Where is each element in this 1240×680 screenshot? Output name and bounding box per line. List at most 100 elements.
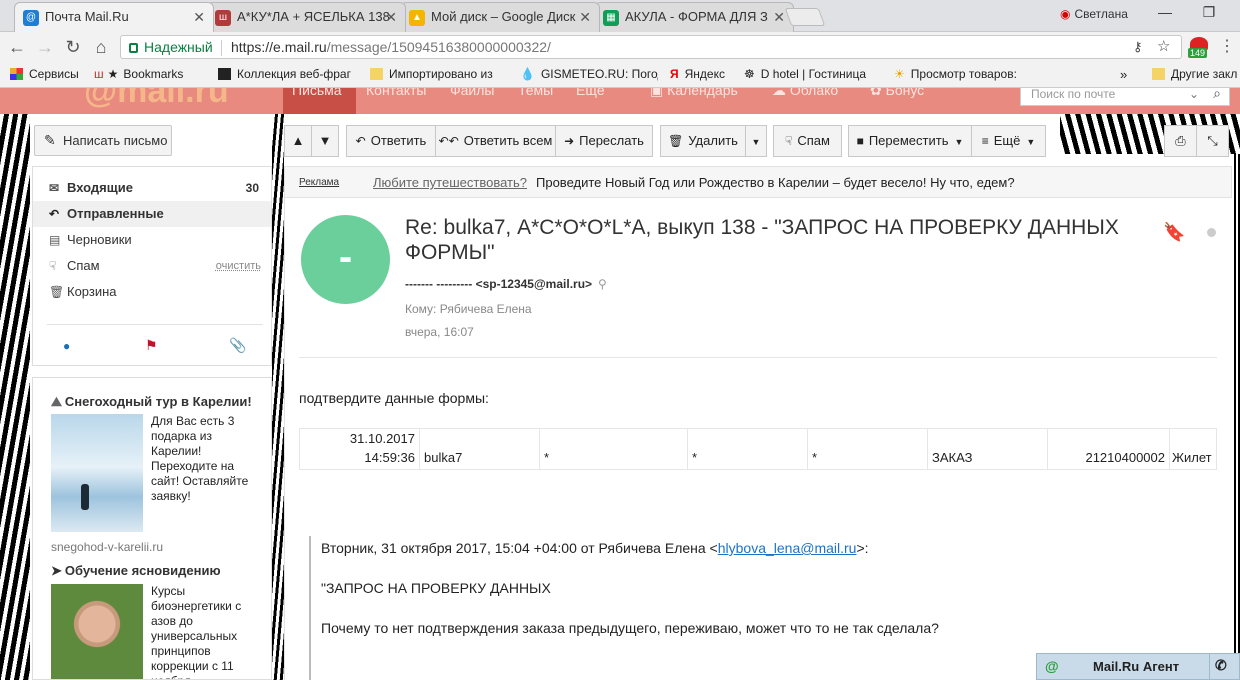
ad-source[interactable]: snegohod-v-karelii.ru [51,540,163,554]
next-message-button[interactable]: ▼ [311,125,339,157]
ad-text[interactable]: Курсы биоэнергетики с азов до универсаль… [151,584,261,679]
close-icon[interactable]: ✕ [773,3,785,31]
search-icon[interactable]: ⌕ [1213,88,1221,102]
tab-mail[interactable]: @ Почта Mail.Ru ✕ [14,2,214,32]
folder-spam[interactable]: ☟ Спам очистить [33,253,271,279]
tab-sheets[interactable]: ▦ АКУЛА - ФОРМА ДЛЯ З ✕ [594,2,794,32]
nav-calendar[interactable]: ▣ Календарь [650,88,738,99]
forward-button[interactable]: → [32,36,58,58]
ad-label[interactable]: Реклама [299,177,339,188]
ad-text[interactable]: Для Вас есть 3 подарка из Карелии! Перех… [151,414,261,504]
folder-label: Корзина [67,284,117,299]
bookmark-bookmarks[interactable]: ш ★ Bookmarks [94,67,204,81]
restore-button[interactable]: ❐ [1194,4,1224,21]
nav-files[interactable]: Файлы [450,88,494,98]
mailru-agent-bar[interactable]: @ Mail.Ru Агент ✆ [1036,653,1240,680]
nav-letters[interactable]: Письма [292,88,342,98]
bookmark-other[interactable]: Другие закл [1152,67,1240,81]
sun-icon: ☀ [894,67,905,81]
bookmark-dhotel[interactable]: ☸ D hotel | Гостиница [744,67,880,81]
close-icon[interactable]: ✕ [579,3,591,31]
apps-icon [10,68,23,80]
cell-code: 21210400002 [1085,450,1165,465]
message-to: Кому: Рябичева Елена [405,302,532,316]
extension-button[interactable]: 149 [1188,37,1212,59]
view-toggle-button[interactable]: ⤡ [1196,125,1229,157]
ad-image[interactable] [51,584,143,679]
bookmark-icon[interactable]: 🔖 [1163,222,1185,243]
compose-button[interactable]: ✎ Написать письмо [34,125,172,156]
nav-bonus[interactable]: ✿ Бонус [870,88,924,99]
reply-all-button[interactable]: ↶↶ Ответить всем [435,125,556,157]
spam-button[interactable]: ☟ Спам [773,125,842,157]
resize-icon: ⤡ [1207,133,1218,148]
bookmarks-overflow-button[interactable]: » [1120,67,1127,82]
attachment-filter-icon[interactable]: 📎 [229,337,246,354]
phone-icon[interactable]: ✆ [1215,657,1227,674]
ad-title[interactable]: ⛰ Снегоходный тур в Карелии! [51,394,252,410]
new-tab-button[interactable] [784,8,826,26]
folder-label: Отправленные [67,206,164,221]
menu-icon[interactable]: ⋮ [1214,36,1240,58]
nav-contacts[interactable]: Контакты [366,88,426,98]
close-icon[interactable]: ✕ [385,3,397,31]
key-icon[interactable]: ⚷ [1133,39,1143,55]
ad-image[interactable] [51,414,143,532]
tab-drive[interactable]: ▲ Мой диск – Google Диск ✕ [400,2,600,32]
nav-topics[interactable]: Темы [518,88,553,98]
quote-email-link[interactable]: hlybova_lena@mail.ru [718,540,857,556]
clear-spam-link[interactable]: очистить [216,253,261,279]
print-button[interactable]: ⎙ [1164,125,1197,157]
reload-button[interactable]: ↻ [60,36,86,58]
read-status-dot[interactable] [1207,228,1216,237]
security-indicator[interactable]: Надежный [129,39,213,55]
nav-more[interactable]: Ещё [576,88,605,98]
flag-filter-icon[interactable]: ⚑ [145,337,158,354]
ad-text[interactable]: Проведите Новый Год или Рождество в Каре… [536,175,1015,190]
back-button[interactable]: ← [4,36,30,58]
move-button[interactable]: ■ Переместить ▼ [848,125,972,157]
folder-inbox[interactable]: ✉ Входящие 30 [33,175,271,201]
forward-button[interactable]: ➜ Переслать [555,125,653,157]
bookmark-products[interactable]: ☀ Просмотр товаров: [894,67,1028,81]
nav-label: Облако [789,88,839,98]
unread-filter-icon[interactable]: ● [63,339,70,353]
delete-dropdown-button[interactable]: ▼ [745,125,767,157]
ad-title[interactable]: ➤ Обучение ясновидению [51,563,221,579]
minimize-button[interactable]: — [1150,4,1180,20]
folder-trash[interactable]: 🗑 Корзина [33,279,271,305]
address-bar[interactable]: Надежный https://e.mail.ru/message/15094… [120,35,1182,59]
chevron-down-icon[interactable]: ⌄ [1189,88,1199,101]
trash-icon: 🗑 [49,285,65,299]
bookmark-star-icon[interactable]: ☆ [1157,37,1170,55]
tab-akula[interactable]: ш А*КУ*ЛА + ЯСЕЛЬКА 138 ✕ [206,2,406,32]
nav-cloud[interactable]: ☁ Облако [772,88,838,99]
profile-button[interactable]: ◉ Светлана [1060,7,1128,21]
url-text[interactable]: https://e.mail.ru/message/15094516380000… [231,39,551,55]
mail-search-input[interactable]: Поиск по почте ⌄ ⌕ [1020,88,1230,106]
divider [299,357,1217,358]
search-icon[interactable]: ⚲ [598,277,607,291]
prev-message-button[interactable]: ▲ [284,125,312,157]
sender-avatar[interactable]: - [301,215,390,304]
divider [221,40,222,56]
folder-sent[interactable]: ↶ Отправленные [33,201,271,227]
cell-date: 31.10.2017 [349,431,415,446]
folder-label: Входящие [67,180,133,195]
bookmark-apps[interactable]: Сервисы [10,67,79,81]
folder-drafts[interactable]: ▤ Черновики [33,227,271,253]
bookmark-imported[interactable]: Импортировано из [370,67,504,81]
reply-button[interactable]: ↶ Ответить [346,125,436,157]
bookmark-gismeteo[interactable]: 💧 GISMETEO.RU: Погод [520,67,658,81]
message-from[interactable]: ------- --------- <sp-12345@mail.ru> ⚲ [405,277,607,291]
profile-name: Светлана [1074,7,1128,21]
bookmark-collection[interactable]: Коллекция веб-фраг [218,67,356,81]
ad-link[interactable]: Любите путешествовать? [373,175,527,190]
mailru-logo[interactable]: @mail.ru [84,88,229,111]
home-button[interactable]: ⌂ [88,36,114,58]
akula-icon: ш [215,10,231,26]
bookmark-yandex[interactable]: Я Яндекс [670,67,725,81]
delete-button[interactable]: 🗑 Удалить [660,125,746,157]
more-button[interactable]: ≡ Ещё ▼ [971,125,1046,157]
close-icon[interactable]: ✕ [193,3,205,31]
